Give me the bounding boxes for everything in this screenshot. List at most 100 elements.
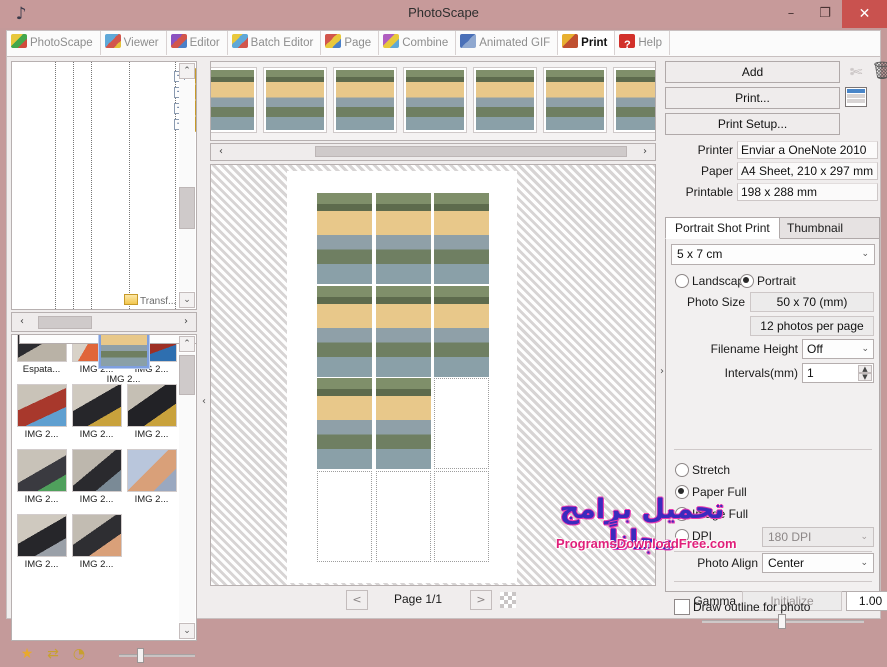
tab-help[interactable]: Help — [615, 31, 671, 57]
preview-photo[interactable] — [434, 285, 489, 377]
filmstrip-item[interactable] — [263, 67, 327, 133]
trash-bin-icon[interactable]: 🗑 — [871, 59, 887, 81]
tree-scrollbar-track[interactable] — [179, 80, 195, 291]
favorites-star-icon[interactable]: ★ — [17, 645, 37, 663]
title-bar: ♪ PhotoScape – ❐ ✕ — [0, 0, 887, 28]
draw-outline-checkbox[interactable]: Draw outline for photo — [674, 599, 810, 615]
left-splitter-handle[interactable]: ‹ — [200, 387, 208, 417]
tab-print[interactable]: Print — [558, 31, 616, 55]
intervals-stepper[interactable]: 1 ▲ ▼ — [802, 363, 874, 383]
thumbnail-size-slider-track[interactable] — [119, 654, 195, 657]
print-button[interactable]: Print... — [665, 87, 840, 109]
thumbnail-item[interactable]: IMG 2... — [124, 448, 179, 513]
print-setup-button[interactable]: Print Setup... — [665, 113, 840, 135]
preview-photo-slot[interactable] — [317, 193, 372, 284]
preview-photo[interactable] — [317, 285, 372, 377]
radio-portrait[interactable]: Portrait — [740, 274, 796, 288]
filmstrip-item[interactable] — [403, 67, 467, 133]
thumbnail-item[interactable]: IMG 2... — [14, 448, 69, 513]
minimize-button[interactable]: – — [774, 0, 808, 28]
next-page-button[interactable]: > — [470, 590, 492, 610]
filmstrip-scroll-right-button[interactable]: › — [637, 144, 653, 159]
intervals-increment-button[interactable]: ▲ — [858, 365, 872, 373]
tab-editor[interactable]: Editor — [167, 31, 228, 55]
radio-stretch[interactable]: Stretch — [675, 463, 730, 477]
maximize-button[interactable]: ❐ — [808, 0, 842, 28]
print-preview-canvas[interactable] — [210, 164, 656, 586]
radio-paper-full[interactable]: Paper Full — [675, 485, 747, 499]
folder-tree[interactable]: + + + − — [11, 61, 197, 310]
filmstrip-item[interactable] — [473, 67, 537, 133]
tab-photoscape[interactable]: PhotoScape — [7, 31, 101, 55]
tab-thumbnail-print[interactable]: Thumbnail Print — [777, 217, 880, 255]
thumbnail-item[interactable]: IMG 2... — [124, 383, 179, 448]
tree-scroll-up-button[interactable]: ⌃ — [179, 63, 195, 79]
find-photo-icon[interactable]: ◔ — [69, 645, 89, 663]
tab-page[interactable]: Page — [321, 31, 380, 55]
tree-guide-line — [73, 62, 74, 309]
tab-batch-editor[interactable]: Batch Editor — [228, 31, 322, 55]
preview-photo-slot[interactable] — [375, 378, 431, 469]
filmstrip-scrollbar-thumb[interactable] — [315, 146, 627, 157]
previous-page-button[interactable]: < — [346, 590, 368, 610]
radio-image-full[interactable]: Image Full — [675, 507, 748, 521]
tree-horizontal-scrollbar[interactable]: ‹ › — [11, 312, 197, 332]
thumbnail-item[interactable]: IMG 2... — [69, 513, 124, 578]
thumbnail-item[interactable]: IMG 2... — [14, 513, 69, 578]
preview-photo-slot[interactable] — [375, 285, 431, 377]
preview-photo-slot[interactable] — [317, 470, 372, 562]
selected-photos-filmstrip[interactable] — [210, 61, 656, 141]
preview-photo[interactable] — [375, 378, 431, 469]
preview-photo-slot[interactable] — [434, 193, 489, 284]
photo-align-select[interactable]: Center ⌄ — [762, 553, 874, 573]
scissors-icon[interactable]: ✄ — [845, 61, 867, 83]
preview-photo[interactable] — [375, 193, 431, 284]
preview-photo-slot[interactable] — [375, 470, 431, 562]
preview-photo[interactable] — [317, 378, 372, 469]
preview-photo[interactable] — [317, 193, 372, 284]
tree-scrollbar-thumb[interactable] — [179, 187, 195, 229]
filename-height-select[interactable]: Off ⌄ — [802, 339, 874, 359]
preview-photo-slot[interactable] — [317, 378, 372, 469]
preview-photo-slot[interactable] — [434, 285, 489, 377]
preview-photo-slot[interactable] — [375, 193, 431, 284]
list-layout-icon[interactable] — [845, 87, 867, 107]
tree-node-partial[interactable]: Transf... — [124, 294, 176, 307]
preview-photo-slot[interactable] — [434, 378, 489, 469]
grid-scroll-up-button[interactable]: ⌃ — [179, 336, 195, 352]
thumbnail-item[interactable]: IMG 2... — [14, 383, 69, 448]
filmstrip-item[interactable] — [333, 67, 397, 133]
tab-portrait-shot-print[interactable]: Portrait Shot Print — [665, 217, 780, 239]
dpi-select[interactable]: 180 DPI ⌄ — [762, 527, 874, 547]
tree-scroll-down-button[interactable]: ⌄ — [179, 292, 195, 308]
preview-photo[interactable] — [434, 193, 489, 284]
tab-viewer[interactable]: Viewer — [101, 31, 167, 55]
intervals-decrement-button[interactable]: ▼ — [858, 373, 872, 381]
thumbnail-item[interactable]: IMG 2... — [69, 448, 124, 513]
preview-photo-slot[interactable] — [317, 285, 372, 377]
hscroll-left-button[interactable]: ‹ — [14, 314, 30, 330]
add-button[interactable]: Add — [665, 61, 840, 83]
filmstrip-item[interactable] — [613, 67, 655, 133]
preview-photo-slot[interactable] — [434, 470, 489, 562]
thumbnail-item[interactable]: IMG 2... — [19, 335, 196, 385]
photo-size-select[interactable]: 5 x 7 cm ⌄ — [671, 244, 875, 265]
close-button[interactable]: ✕ — [842, 0, 887, 28]
filmstrip-item[interactable] — [211, 67, 257, 133]
preview-photo[interactable] — [375, 285, 431, 377]
thumbnail-size-slider-knob[interactable] — [137, 648, 144, 663]
grid-scrollbar-thumb[interactable] — [179, 355, 195, 395]
grid-scroll-down-button[interactable]: ⌄ — [179, 623, 195, 639]
thumbnail-grid[interactable]: Espata... IMG 2... IMG 2... IMG 2... IMG 2..… — [11, 334, 197, 641]
tab-animated-gif[interactable]: Animated GIF — [456, 31, 559, 55]
hscroll-thumb[interactable] — [38, 316, 92, 329]
tab-combine[interactable]: Combine — [379, 31, 457, 55]
thumbnail-item[interactable]: IMG 2... — [69, 383, 124, 448]
editor-icon — [170, 34, 187, 48]
radio-dpi[interactable]: DPI — [675, 529, 712, 543]
filmstrip-scrollbar[interactable]: ‹ › — [210, 143, 656, 161]
filmstrip-scroll-left-button[interactable]: ‹ — [213, 144, 229, 159]
refresh-arrows-icon[interactable]: ⇄ — [43, 645, 63, 663]
filmstrip-item[interactable] — [543, 67, 607, 133]
hscroll-right-button[interactable]: › — [178, 314, 194, 330]
